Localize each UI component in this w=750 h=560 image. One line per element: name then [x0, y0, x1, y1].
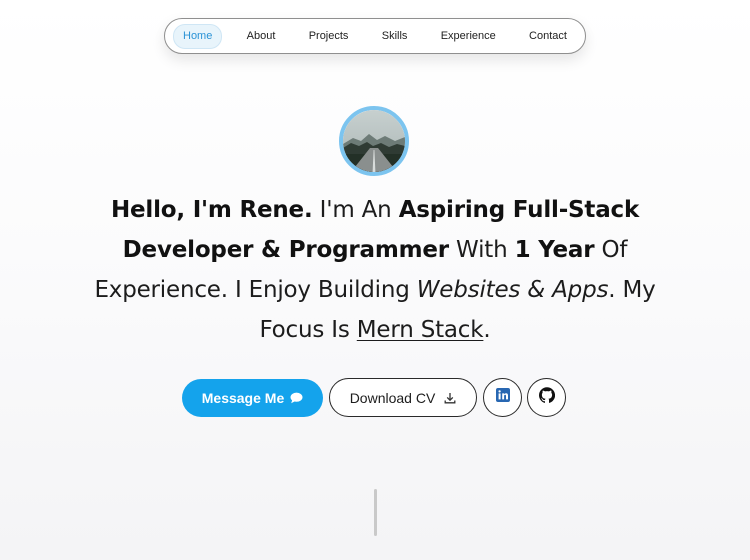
experience-years: 1 Year: [514, 237, 595, 263]
scroll-indicator: [374, 489, 377, 536]
build-focus: Websites & Apps: [416, 277, 609, 303]
hero-headline: Hello, I'm Rene. I'm An Aspiring Full-St…: [90, 190, 660, 350]
message-me-button[interactable]: Message Me: [182, 378, 323, 417]
chat-bubble-icon: [290, 392, 303, 404]
linkedin-button[interactable]: [483, 378, 522, 417]
github-icon: [538, 387, 555, 408]
nav-item-experience[interactable]: Experience: [432, 25, 505, 48]
headline-text: With: [456, 237, 508, 263]
github-button[interactable]: [527, 378, 566, 417]
top-navigation: Home About Projects Skills Experience Co…: [164, 18, 586, 54]
download-cv-button[interactable]: Download CV: [329, 378, 477, 417]
nav-item-contact[interactable]: Contact: [520, 25, 576, 48]
focus-stack-link[interactable]: Mern Stack: [357, 317, 484, 343]
linkedin-icon: [495, 388, 510, 407]
nav-item-skills[interactable]: Skills: [373, 25, 417, 48]
download-cv-label: Download CV: [349, 389, 436, 406]
headline-text: I'm An: [319, 197, 392, 223]
nav-item-projects[interactable]: Projects: [300, 25, 358, 48]
message-me-label: Message Me: [201, 389, 285, 406]
hero-actions: Message Me Download CV: [182, 378, 566, 417]
nav-item-about[interactable]: About: [238, 25, 285, 48]
greeting: Hello, I'm Rene.: [110, 197, 313, 223]
profile-photo-landscape: [343, 110, 405, 172]
download-icon: [444, 392, 456, 404]
headline-text: .: [483, 317, 491, 343]
profile-avatar: [339, 106, 409, 176]
nav-item-home[interactable]: Home: [173, 23, 223, 49]
